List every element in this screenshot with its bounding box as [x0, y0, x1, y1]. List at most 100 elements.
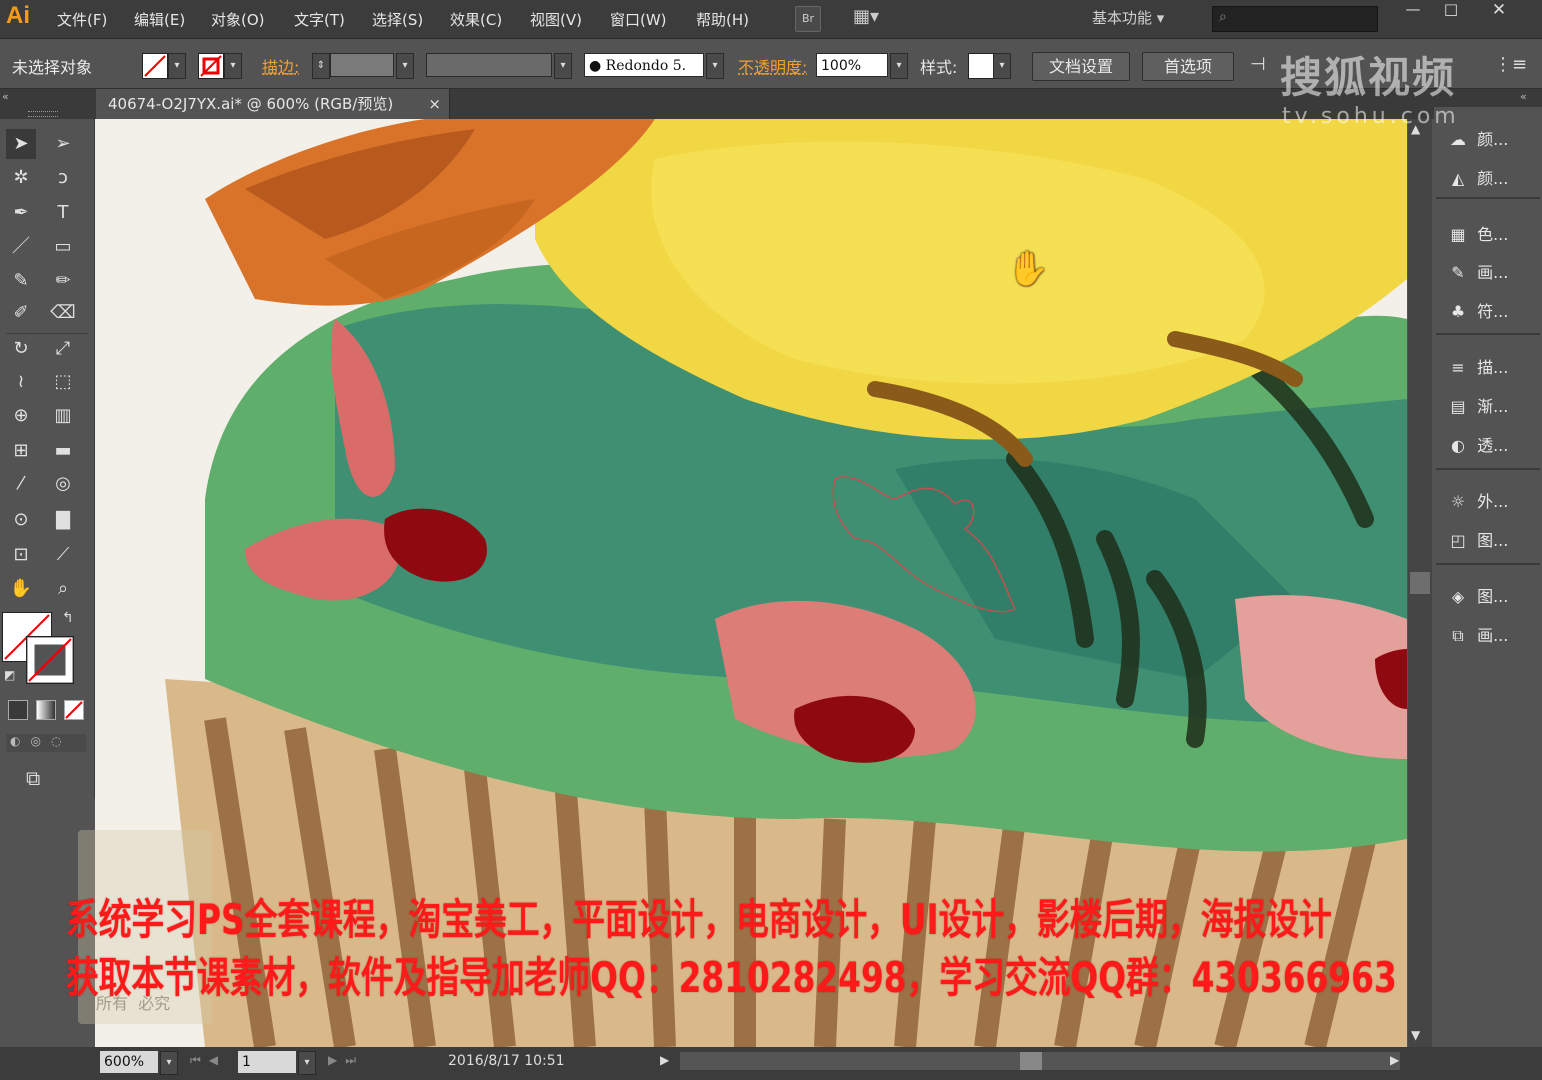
close-button[interactable]: ✕	[1480, 0, 1518, 20]
gradient-mode-icon[interactable]	[36, 700, 56, 720]
minimize-button[interactable]: —	[1394, 0, 1432, 20]
bridge-button[interactable]: Br	[795, 6, 821, 32]
artboard-tool-icon[interactable]: ⊡	[6, 540, 36, 570]
type-tool-icon[interactable]: T	[48, 198, 78, 228]
eyedropper-tool-icon[interactable]: ⁄	[6, 469, 36, 499]
column-graph-tool-icon[interactable]: ▇	[48, 505, 78, 535]
search-input[interactable]: ⌕	[1212, 6, 1378, 32]
magic-wand-tool-icon[interactable]: ✲	[6, 163, 36, 193]
panel-graphic-styles[interactable]: ◰ 图...	[1444, 524, 1540, 558]
align-icon[interactable]: ⊣	[1250, 54, 1266, 75]
close-tab-icon[interactable]: ×	[428, 89, 441, 119]
horizontal-scroll-thumb[interactable]	[1020, 1052, 1042, 1070]
arrange-documents-icon[interactable]: ▦▾	[848, 6, 884, 30]
pen-tool-icon[interactable]: ✒	[6, 198, 36, 228]
panel-gradient[interactable]: ▤ 渐...	[1444, 390, 1540, 424]
artboard-number-field[interactable]: 1	[238, 1051, 296, 1073]
menu-edit[interactable]: 编辑(E)	[134, 9, 185, 30]
collapse-toolbar-icon[interactable]: «	[2, 90, 9, 103]
color-mode-icon[interactable]	[8, 700, 28, 720]
menu-select[interactable]: 选择(S)	[372, 9, 423, 30]
screen-mode-icon[interactable]: ⧉	[26, 766, 40, 790]
panel-transparency[interactable]: ◐ 透...	[1444, 429, 1540, 463]
rectangle-tool-icon[interactable]: ▭	[48, 232, 78, 262]
style-dropdown[interactable]: ▾	[993, 53, 1011, 79]
scale-tool-icon[interactable]: ⤢	[48, 334, 78, 364]
stroke-weight-label[interactable]: 描边:	[262, 54, 299, 78]
collapse-dock-icon[interactable]: «	[1520, 90, 1527, 103]
stroke-dropdown[interactable]: ▾	[224, 53, 242, 79]
drawing-modes-icon[interactable]: ◐◎◌	[6, 734, 86, 752]
document-setup-button[interactable]: 文档设置	[1032, 52, 1130, 81]
zoom-dropdown[interactable]: ▾	[160, 1051, 178, 1075]
fill-dropdown[interactable]: ▾	[168, 53, 186, 79]
panel-color-guide[interactable]: ◭ 颜...	[1444, 162, 1540, 196]
blend-tool-icon[interactable]: ◎	[48, 469, 78, 499]
status-menu-icon[interactable]: ▶	[660, 1053, 669, 1067]
panel-appearance[interactable]: ☼ 外...	[1444, 485, 1540, 519]
brush-dropdown[interactable]: ▾	[706, 53, 724, 79]
fill-swatch[interactable]	[142, 53, 168, 79]
blob-brush-tool-icon[interactable]: ✐	[6, 298, 36, 328]
swap-colors-icon[interactable]: ↰	[62, 610, 74, 626]
panel-symbols[interactable]: ♣ 符...	[1444, 295, 1540, 329]
gradient-tool-icon[interactable]: ▬	[48, 436, 78, 466]
menu-effect[interactable]: 效果(C)	[450, 9, 502, 30]
none-mode-icon[interactable]	[64, 700, 84, 720]
menu-help[interactable]: 帮助(H)	[696, 9, 749, 30]
zoom-tool-icon[interactable]: ⌕	[48, 574, 78, 604]
zoom-level-field[interactable]: 600%	[100, 1051, 158, 1073]
panel-artboards[interactable]: ⧉ 画...	[1444, 619, 1540, 653]
selection-tool-icon[interactable]: ➤	[6, 129, 36, 159]
preferences-button[interactable]: 首选项	[1142, 52, 1234, 81]
menu-view[interactable]: 视图(V)	[530, 9, 582, 30]
style-swatch[interactable]	[968, 53, 994, 79]
pencil-tool-icon[interactable]: ✏	[48, 266, 78, 296]
artboard-dropdown[interactable]: ▾	[298, 1051, 316, 1075]
lasso-tool-icon[interactable]: ↄ	[48, 163, 78, 193]
direct-selection-tool-icon[interactable]: ➢	[48, 129, 78, 159]
menu-file[interactable]: 文件(F)	[57, 9, 107, 30]
panel-stroke[interactable]: ≡ 描...	[1444, 351, 1540, 385]
stroke-color-icon[interactable]	[26, 636, 74, 684]
toolbar-grip[interactable]	[28, 111, 58, 117]
artboard-nav-prev-icon[interactable]: ⏮◀	[190, 1053, 226, 1068]
maximize-button[interactable]: □	[1432, 0, 1470, 20]
artboard-nav-next-icon[interactable]: ▶⏭	[328, 1053, 364, 1068]
eraser-tool-icon[interactable]: ⌫	[48, 298, 78, 328]
panel-menu-icon[interactable]: ⋮≡	[1494, 54, 1527, 75]
panel-brushes[interactable]: ✎ 画...	[1444, 256, 1540, 290]
profile-dropdown[interactable]: ▾	[554, 53, 572, 79]
paintbrush-tool-icon[interactable]: ✎	[6, 266, 36, 296]
line-tool-icon[interactable]: ／	[6, 232, 36, 262]
stroke-weight-dropdown[interactable]: ▾	[396, 53, 414, 79]
opacity-field[interactable]: 100%	[816, 53, 888, 77]
brush-definition[interactable]: ● Redondo 5.	[584, 53, 704, 77]
stroke-weight-field[interactable]	[330, 53, 394, 77]
panel-swatches[interactable]: ▦ 色...	[1444, 218, 1540, 252]
mesh-tool-icon[interactable]: ⊞	[6, 436, 36, 466]
stroke-swatch[interactable]	[198, 53, 224, 79]
rotate-tool-icon[interactable]: ↻	[6, 334, 36, 364]
hand-tool-icon[interactable]: ✋	[6, 574, 36, 604]
symbol-sprayer-tool-icon[interactable]: ⊙	[6, 505, 36, 535]
scroll-right-icon[interactable]: ▶	[1390, 1053, 1399, 1067]
scroll-down-icon[interactable]: ▼	[1411, 1028, 1420, 1042]
menu-window[interactable]: 窗口(W)	[610, 9, 667, 30]
document-tab[interactable]: 40674-O2J7YX.ai* @ 600% (RGB/预览) ×	[96, 89, 450, 119]
workspace-switcher[interactable]: 基本功能 ▾	[1092, 7, 1164, 28]
panel-layers[interactable]: ◈ 图...	[1444, 580, 1540, 614]
vertical-scroll-thumb[interactable]	[1410, 572, 1430, 594]
shape-builder-tool-icon[interactable]: ⊕	[6, 401, 36, 431]
stroke-weight-stepper[interactable]: ⇕	[312, 53, 330, 79]
perspective-grid-tool-icon[interactable]: ▥	[48, 401, 78, 431]
menu-type[interactable]: 文字(T)	[294, 9, 345, 30]
width-tool-icon[interactable]: ≀	[6, 367, 36, 397]
opacity-dropdown[interactable]: ▾	[890, 53, 908, 79]
default-colors-icon[interactable]: ◩	[4, 668, 15, 682]
slice-tool-icon[interactable]: ⟋	[48, 540, 78, 570]
variable-width-profile[interactable]	[426, 53, 552, 77]
free-transform-tool-icon[interactable]: ⬚	[48, 367, 78, 397]
opacity-label[interactable]: 不透明度:	[738, 54, 807, 78]
menu-object[interactable]: 对象(O)	[211, 9, 265, 30]
